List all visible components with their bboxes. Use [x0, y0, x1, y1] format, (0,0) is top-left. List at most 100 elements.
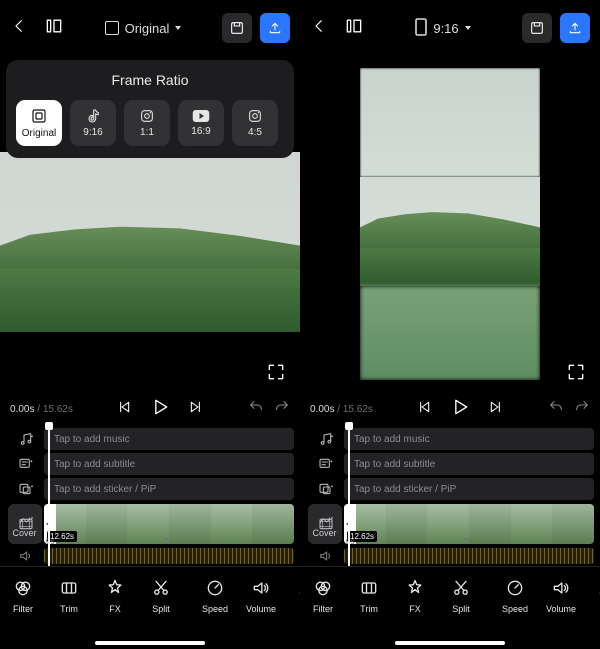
tool-fad[interactable]: Fad [284, 578, 300, 614]
popover-title: Frame Ratio [16, 72, 284, 88]
filter-icon [313, 578, 333, 600]
trim-icon [59, 578, 79, 600]
fx-icon [105, 578, 125, 600]
ratio-label: Original [125, 21, 170, 36]
split-icon [451, 578, 471, 600]
presets-button[interactable] [344, 16, 364, 41]
video-track-icon[interactable] [0, 516, 44, 532]
audio-track-icon[interactable] [300, 548, 344, 564]
ratio-tile-original[interactable]: Original [16, 100, 62, 146]
filter-icon [13, 578, 33, 600]
subtitle-track-icon[interactable] [300, 456, 344, 472]
video-track-icon[interactable] [300, 516, 344, 532]
home-indicator [395, 641, 505, 645]
back-button[interactable] [10, 17, 28, 40]
tool-fx[interactable]: FX [392, 578, 438, 614]
undo-button[interactable] [248, 399, 264, 420]
save-draft-button[interactable] [222, 13, 252, 43]
undo-button[interactable] [548, 399, 564, 420]
sticker-track-slot[interactable]: Tap to add sticker / PiP [344, 478, 594, 500]
music-track-icon[interactable] [0, 431, 44, 447]
topbar: 9:16 [300, 0, 600, 56]
save-draft-button[interactable] [522, 13, 552, 43]
audio-track-icon[interactable] [0, 548, 44, 564]
transport-bar: 0.00s / 15.62s [0, 392, 300, 426]
frame-ratio-selector[interactable]: Original [105, 21, 182, 36]
bottom-toolbar: FilterTrimFXSplitSpeedVolumeFad [300, 566, 600, 624]
topbar: Original [0, 0, 300, 56]
export-button[interactable] [260, 13, 290, 43]
ratio-tile-row: Original9:161:116:94:52:33 [16, 100, 284, 146]
ratio-tile-9-16[interactable]: 9:16 [70, 100, 116, 146]
redo-button[interactable] [574, 399, 590, 420]
aspect-box-icon [105, 21, 119, 35]
music-track-slot[interactable]: Tap to add music [44, 428, 294, 450]
subtitle-track-icon[interactable] [0, 456, 44, 472]
presets-button[interactable] [44, 16, 64, 41]
tool-speed[interactable]: Speed [192, 578, 238, 614]
music-track-icon[interactable] [300, 431, 344, 447]
sticker-track-icon[interactable] [0, 481, 44, 497]
subtitle-track-slot[interactable]: Tap to add subtitle [44, 453, 294, 475]
next-frame-button[interactable] [188, 399, 204, 420]
ratio-label: 9:16 [433, 21, 458, 36]
tool-filter[interactable]: Filter [0, 578, 46, 614]
original-icon [30, 107, 48, 125]
fullscreen-button[interactable] [266, 362, 290, 386]
ratio-tile-16-9[interactable]: 16:9 [178, 100, 224, 146]
prev-frame-button[interactable] [416, 399, 432, 420]
instagram-icon [139, 108, 155, 124]
tiktok-icon [85, 108, 101, 124]
play-button[interactable] [450, 397, 470, 422]
music-track-slot[interactable]: Tap to add music [344, 428, 594, 450]
chevron-down-icon [465, 26, 471, 30]
volume-icon [551, 578, 571, 600]
frame-ratio-selector[interactable]: 9:16 [415, 18, 470, 39]
tool-fad[interactable]: Fad [584, 578, 600, 614]
export-button[interactable] [560, 13, 590, 43]
tool-split[interactable]: Split [438, 578, 484, 614]
play-button[interactable] [150, 397, 170, 422]
redo-button[interactable] [274, 399, 290, 420]
chevron-down-icon [175, 26, 181, 30]
next-frame-button[interactable] [488, 399, 504, 420]
video-preview [360, 68, 540, 380]
tool-fx[interactable]: FX [92, 578, 138, 614]
tool-trim[interactable]: Trim [346, 578, 392, 614]
timecode: 0.00s / 15.62s [310, 404, 373, 415]
tool-speed[interactable]: Speed [492, 578, 538, 614]
prev-frame-button[interactable] [116, 399, 132, 420]
timeline-tracks: Tap to add music Tap to add subtitle Tap… [300, 426, 600, 566]
tool-volume[interactable]: Volume [238, 578, 284, 614]
aspect-box-icon [415, 18, 427, 39]
tool-split[interactable]: Split [138, 578, 184, 614]
transport-bar: 0.00s / 15.62s [300, 392, 600, 426]
editor-left: Original Frame Ratio Original9:161:116:9… [0, 0, 300, 649]
sticker-track-icon[interactable] [300, 481, 344, 497]
playhead[interactable] [348, 426, 350, 566]
home-indicator [95, 641, 205, 645]
time-ruler[interactable]: 0s 2s [44, 548, 294, 564]
ratio-tile-4-5[interactable]: 4:5 [232, 100, 278, 146]
split-icon [151, 578, 171, 600]
tool-volume[interactable]: Volume [538, 578, 584, 614]
video-canvas[interactable] [300, 56, 600, 392]
frame-ratio-popover: Frame Ratio Original9:161:116:94:52:33 [6, 60, 294, 158]
fullscreen-button[interactable] [566, 362, 590, 386]
ratio-tile-1-1[interactable]: 1:1 [124, 100, 170, 146]
time-ruler[interactable]: 0s 2s [344, 548, 594, 564]
playhead[interactable] [48, 426, 50, 566]
back-button[interactable] [310, 17, 328, 40]
tool-filter[interactable]: Filter [300, 578, 346, 614]
tool-trim[interactable]: Trim [46, 578, 92, 614]
editor-right: 9:16 0.00s / 15.62s [300, 0, 600, 649]
instagram-icon [247, 108, 263, 124]
sticker-track-slot[interactable]: Tap to add sticker / PiP [44, 478, 294, 500]
fx-icon [405, 578, 425, 600]
youtube-icon [192, 109, 210, 123]
timeline-tracks: Tap to add music Tap to add subtitle Tap… [0, 426, 300, 566]
bottom-toolbar: FilterTrimFXSplitSpeedVolumeFad [0, 566, 300, 624]
speed-icon [505, 578, 525, 600]
subtitle-track-slot[interactable]: Tap to add subtitle [344, 453, 594, 475]
volume-icon [251, 578, 271, 600]
